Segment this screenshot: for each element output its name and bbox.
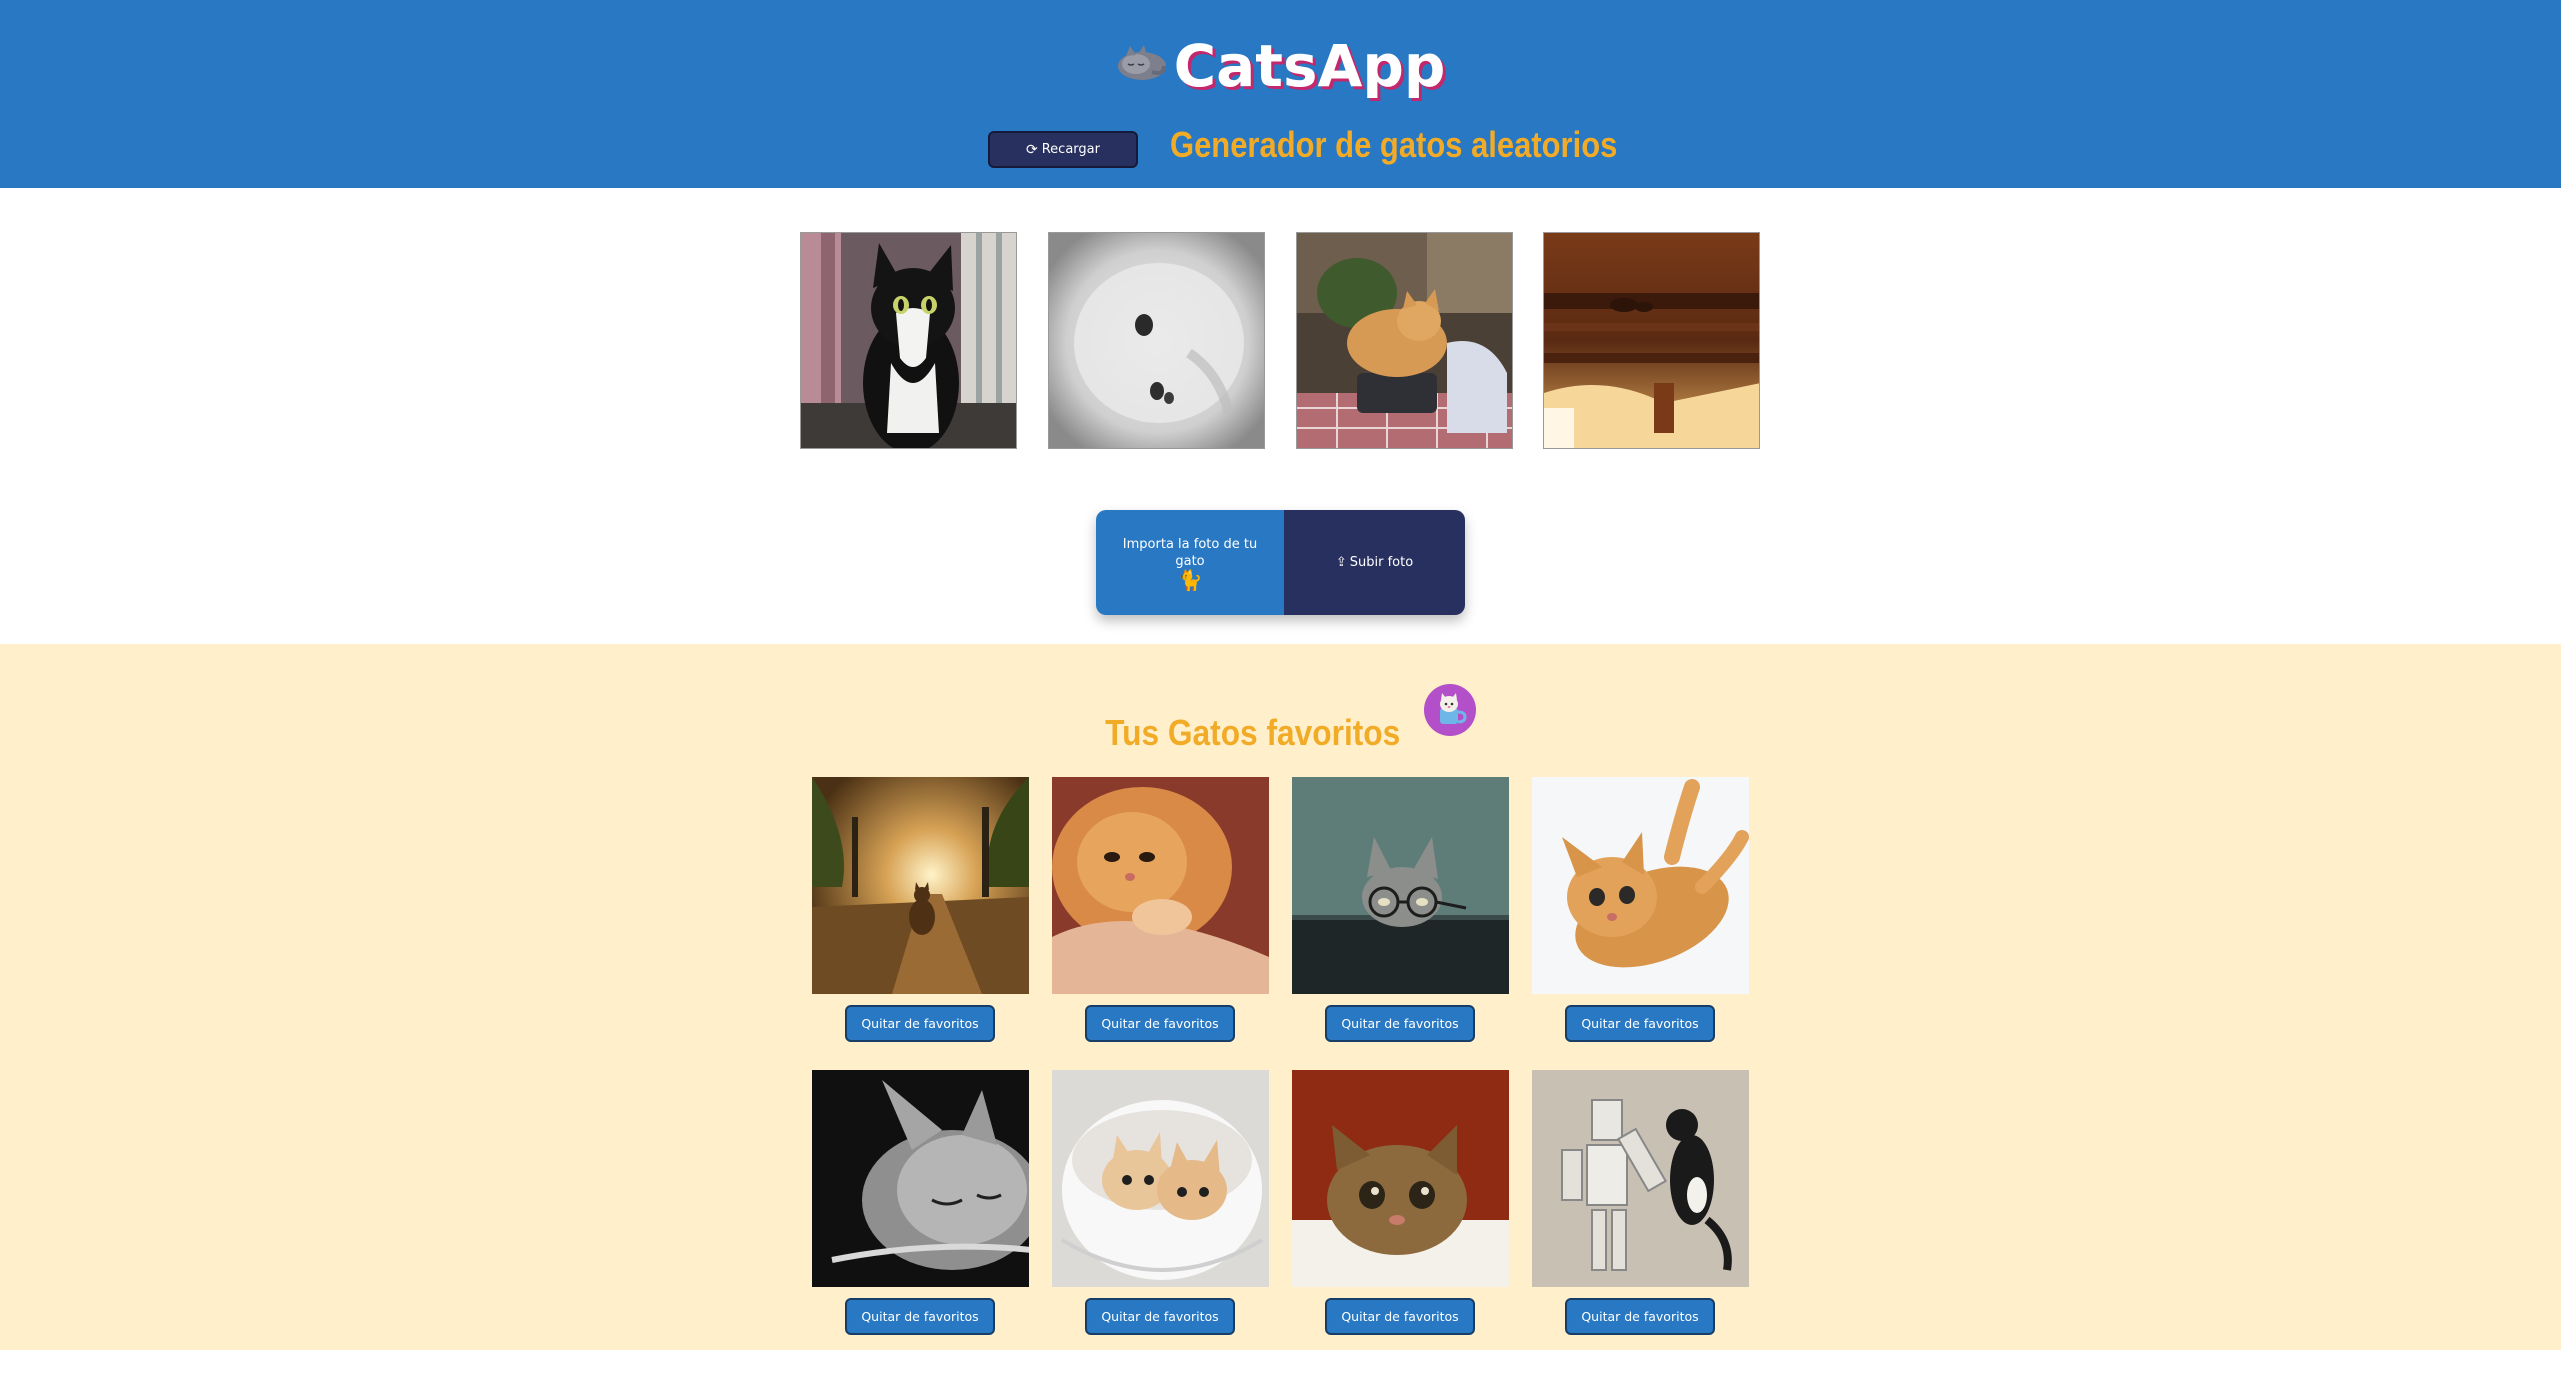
- favorite-cat-image: [812, 1070, 1029, 1287]
- sleeping-cat-logo-icon: [1117, 45, 1166, 80]
- cat-photo-white-blur: [1049, 233, 1264, 448]
- favorites-header: Tus Gatos favoritos: [0, 666, 2561, 754]
- cat-photo-kittens-in-cup: [1052, 1070, 1269, 1287]
- favorite-cat-image: [1052, 1070, 1269, 1287]
- cat-photo-playful-kitten: [1532, 777, 1749, 994]
- random-cats-section: Importa la foto de tu gato 🐈 ⇪ Subir fot…: [0, 188, 2561, 644]
- random-cat-image: [1296, 232, 1513, 449]
- cat-photo-glasses: [1292, 777, 1509, 994]
- upload-photo-button-label: Subir foto: [1349, 555, 1414, 570]
- remove-favorite-button[interactable]: Quitar de favoritos: [1325, 1005, 1475, 1042]
- cat-photo-sunset-path: [812, 777, 1029, 994]
- cat-photo-under-table: [1544, 233, 1759, 448]
- remove-favorite-button[interactable]: Quitar de favoritos: [1565, 1005, 1715, 1042]
- upload-widget: Importa la foto de tu gato 🐈 ⇪ Subir fot…: [1096, 510, 1465, 615]
- upload-photo-button[interactable]: ⇪ Subir foto: [1284, 510, 1465, 615]
- remove-favorite-button[interactable]: Quitar de favoritos: [845, 1298, 995, 1335]
- brand: CatsApp: [0, 32, 2561, 100]
- cat-photo-robot-and-cat: [1532, 1070, 1749, 1287]
- favorites-section: Tus Gatos favoritos Quitar de favoritos …: [0, 644, 2561, 1350]
- random-cat-image: [800, 232, 1017, 449]
- file-upload-icon: ⇪: [1335, 555, 1347, 570]
- cat-photo-startled-tabby: [1292, 1070, 1509, 1287]
- app-title: CatsApp: [1173, 32, 1446, 100]
- random-cat-image: [1048, 232, 1265, 449]
- favorite-cat-image: [1532, 1070, 1749, 1287]
- favorite-cat-image: [1292, 777, 1509, 994]
- reload-button-label: Recargar: [1041, 142, 1100, 157]
- cat-icon: 🐈: [1177, 568, 1203, 592]
- upload-prompt-text: Importa la foto de tu gato: [1122, 537, 1258, 569]
- upload-prompt: Importa la foto de tu gato 🐈: [1096, 510, 1284, 615]
- random-cat-image: [1543, 232, 1760, 449]
- cat-photo-orange-kitten-hand: [1052, 777, 1269, 994]
- cat-photo-tuxedo: [801, 233, 1016, 448]
- favorite-cat-image: [1292, 1070, 1509, 1287]
- favorite-cat-image: [1532, 777, 1749, 994]
- cat-photo-orange-on-laundry: [1297, 233, 1512, 448]
- favorite-cat-image: [812, 777, 1029, 994]
- remove-favorite-button[interactable]: Quitar de favoritos: [1085, 1298, 1235, 1335]
- remove-favorite-button[interactable]: Quitar de favoritos: [1325, 1298, 1475, 1335]
- refresh-icon: ⟳: [1026, 141, 1038, 158]
- app-header: CatsApp ⟳ Recargar Generador de gatos al…: [0, 0, 2561, 188]
- favorites-title: Tus Gatos favoritos: [1104, 712, 1401, 753]
- favorite-cat-image: [1052, 777, 1269, 994]
- cat-mug-icon: [1424, 684, 1477, 736]
- page-subtitle: Generador de gatos aleatorios: [1170, 124, 1618, 165]
- remove-favorite-button[interactable]: Quitar de favoritos: [1565, 1298, 1715, 1335]
- reload-button[interactable]: ⟳ Recargar: [988, 131, 1138, 168]
- remove-favorite-button[interactable]: Quitar de favoritos: [845, 1005, 995, 1042]
- cat-photo-sleeping-bw: [812, 1070, 1029, 1287]
- remove-favorite-button[interactable]: Quitar de favoritos: [1085, 1005, 1235, 1042]
